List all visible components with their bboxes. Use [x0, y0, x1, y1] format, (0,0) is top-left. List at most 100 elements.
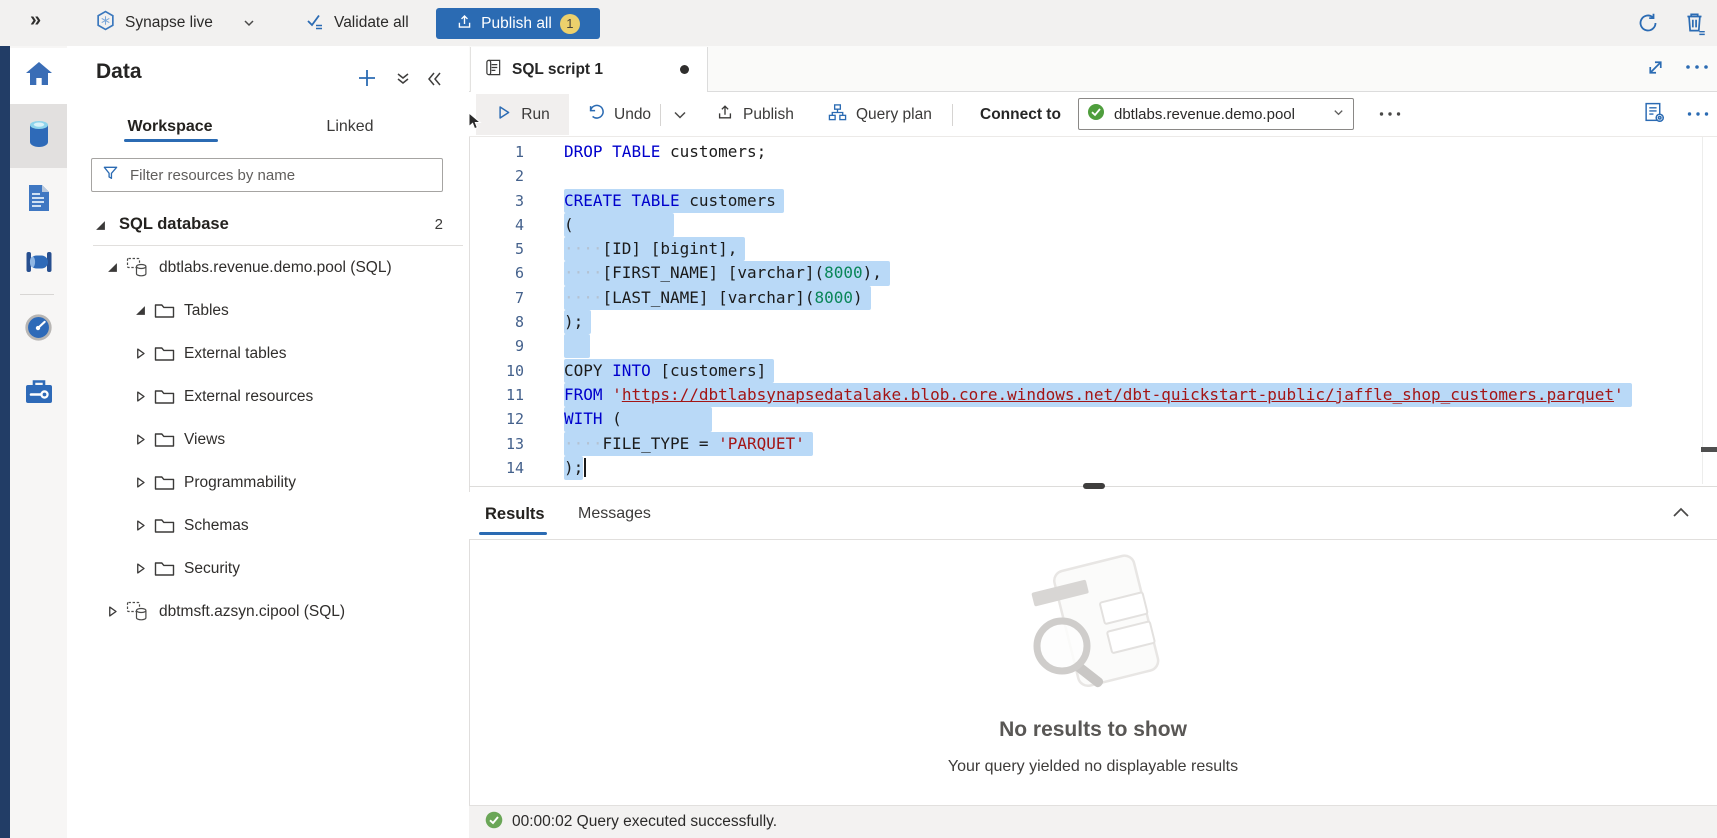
toolbar-more-icon[interactable]	[1378, 110, 1402, 118]
tab-workspace[interactable]: Workspace	[122, 112, 218, 142]
collapse-all-icon[interactable]	[394, 70, 412, 93]
pane-resize-grip[interactable]	[1083, 483, 1105, 489]
nav-rail-strip	[0, 46, 10, 838]
nav-develop[interactable]	[10, 170, 67, 230]
caret-collapsed-icon[interactable]	[133, 520, 147, 531]
tree-item-label: Programmability	[184, 474, 296, 492]
line-number: 8	[469, 310, 536, 334]
publish-count-badge: 1	[560, 14, 580, 34]
discard-all-icon[interactable]	[1682, 10, 1708, 41]
code-line-5[interactable]: 5····[ID] [bigint],	[469, 237, 1717, 261]
code-line-12[interactable]: 12WITH (	[469, 407, 1717, 431]
properties-icon[interactable]	[1643, 101, 1666, 129]
validate-all-button[interactable]: Validate all	[305, 0, 409, 46]
caret-collapsed-icon[interactable]	[133, 563, 147, 574]
tab-messages[interactable]: Messages	[570, 492, 659, 536]
code-line-6[interactable]: 6····[FIRST_NAME] [varchar](8000),	[469, 261, 1717, 285]
expand-editor-icon[interactable]	[1645, 57, 1666, 83]
line-number: 10	[469, 359, 536, 383]
query-plan-icon	[828, 103, 847, 127]
run-label: Run	[521, 106, 549, 124]
nav-integrate[interactable]	[10, 234, 67, 294]
code-line-13[interactable]: 13····FILE_TYPE = 'PARQUET'	[469, 432, 1717, 456]
collapse-panel-icon[interactable]	[425, 70, 443, 93]
caret-expanded-icon[interactable]	[95, 218, 106, 236]
unsaved-changes-dot	[680, 65, 689, 74]
toolbox-icon	[24, 378, 54, 410]
code-line-2[interactable]: 2	[469, 164, 1717, 188]
code-line-10[interactable]: 10COPY INTO [customers]	[469, 359, 1717, 383]
nav-monitor[interactable]	[10, 300, 67, 360]
collapse-results-chevron-icon[interactable]	[1668, 500, 1694, 531]
selection-highlight: (	[564, 213, 674, 237]
code-line-1[interactable]: 1DROP TABLE customers;	[469, 140, 1717, 164]
publish-all-button[interactable]: Publish all 1	[436, 8, 600, 39]
text-cursor	[584, 458, 586, 477]
active-tab-underline	[124, 139, 218, 142]
caret-collapsed-icon[interactable]	[133, 348, 147, 359]
caret-collapsed-icon[interactable]	[105, 606, 119, 617]
sql-code-editor[interactable]: 1DROP TABLE customers;23CREATE TABLE cus…	[469, 137, 1717, 484]
run-button[interactable]: Run	[476, 94, 569, 135]
tab-more-actions-icon[interactable]	[1684, 63, 1710, 71]
code-line-7[interactable]: 7····[LAST_NAME] [varchar](8000)	[469, 286, 1717, 310]
pool-online-check-icon	[1087, 103, 1105, 125]
caret-collapsed-icon[interactable]	[133, 391, 147, 402]
query-plan-label: Query plan	[856, 106, 932, 124]
code-line-3[interactable]: 3CREATE TABLE customers	[469, 189, 1717, 213]
editor-more-icon[interactable]	[1686, 110, 1710, 118]
line-number: 13	[469, 432, 536, 456]
home-icon	[24, 60, 54, 93]
expand-menu-icon[interactable]: »	[30, 9, 41, 32]
refresh-icon[interactable]	[1636, 11, 1660, 40]
mode-switcher[interactable]: Synapse live	[95, 0, 256, 46]
selection-highlight: WITH (	[564, 407, 712, 431]
line-number: 11	[469, 383, 536, 407]
add-resource-icon[interactable]	[356, 67, 378, 94]
selection-highlight: ····[ID] [bigint],	[564, 237, 745, 261]
tree-root-sql-database[interactable]: SQL database 2	[67, 203, 469, 245]
code-line-9[interactable]: 9	[469, 334, 1717, 358]
tree-item-programmability[interactable]: Programmability	[67, 461, 469, 504]
tree-item-external-tables[interactable]: External tables	[67, 332, 469, 375]
caret-expanded-icon[interactable]	[105, 262, 119, 273]
nav-data[interactable]	[10, 104, 67, 168]
tree-item-schemas[interactable]: Schemas	[67, 504, 469, 547]
connect-to-dropdown[interactable]: dbtlabs.revenue.demo.pool	[1078, 98, 1354, 130]
tree-item-tables[interactable]: Tables	[67, 289, 469, 332]
nav-home[interactable]	[10, 48, 67, 104]
tab-linked-label: Linked	[326, 118, 373, 136]
query-plan-button[interactable]: Query plan	[824, 94, 936, 135]
line-number: 3	[469, 189, 536, 213]
run-options-chevron-icon[interactable]	[672, 107, 688, 128]
folder-icon	[154, 431, 175, 448]
query-status-text: 00:00:02 Query executed successfully.	[512, 813, 777, 831]
publish-button[interactable]: Publish	[712, 94, 798, 135]
scrollbar-cursor-marker[interactable]	[1701, 447, 1717, 452]
tree-item-label: Schemas	[184, 517, 249, 535]
validate-check-icon	[305, 11, 325, 36]
code-line-8[interactable]: 8);	[469, 310, 1717, 334]
undo-button[interactable]: Undo	[583, 94, 655, 135]
code-line-14[interactable]: 14);	[469, 456, 1717, 480]
tree-item-views[interactable]: Views	[67, 418, 469, 461]
caret-expanded-icon[interactable]	[133, 305, 147, 316]
caret-collapsed-icon[interactable]	[133, 477, 147, 488]
tab-results[interactable]: Results	[479, 492, 551, 536]
caret-collapsed-icon[interactable]	[133, 434, 147, 445]
selection-highlight	[564, 334, 590, 358]
tree-item-security[interactable]: Security	[67, 547, 469, 590]
connected-pool-name: dbtlabs.revenue.demo.pool	[1114, 106, 1323, 123]
panel-title: Data	[96, 60, 142, 84]
filter-resources-input[interactable]	[128, 166, 432, 185]
tree-item-external-resources[interactable]: External resources	[67, 375, 469, 418]
mode-label: Synapse live	[125, 14, 213, 32]
nav-manage[interactable]	[10, 364, 67, 424]
tab-sql-script-1[interactable]: SQL script 1	[470, 47, 708, 92]
code-line-11[interactable]: 11FROM 'https://dbtlabsynapsedatalake.bl…	[469, 383, 1717, 407]
code-line-4[interactable]: 4(	[469, 213, 1717, 237]
tree-item-dbtlabs-revenue-demo-pool-sql[interactable]: dbtlabs.revenue.demo.pool (SQL)	[67, 246, 469, 289]
tree-item-dbtmsft-azsyn-cipool-sql[interactable]: dbtmsft.azsyn.cipool (SQL)	[67, 590, 469, 633]
tab-linked[interactable]: Linked	[315, 112, 385, 142]
left-nav-rail	[0, 46, 68, 838]
